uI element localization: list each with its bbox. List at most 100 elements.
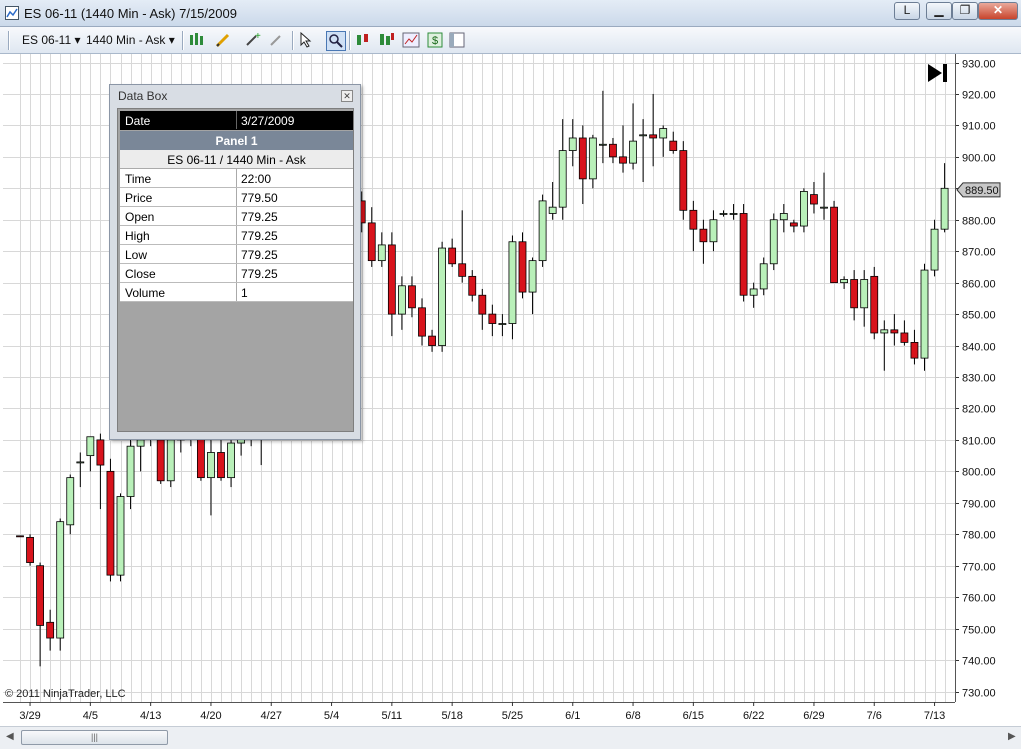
data-box-value: 22:00 bbox=[241, 172, 272, 186]
y-axis-tick-label: 830.00 bbox=[962, 373, 996, 385]
data-box-row: Close 779.25 bbox=[120, 264, 353, 283]
instrument-selector[interactable]: ES 06-11 ▾ bbox=[22, 33, 81, 47]
x-axis-tick-label: 5/18 bbox=[441, 710, 462, 722]
data-box-key: High bbox=[125, 229, 150, 243]
x-axis-tick-label: 6/1 bbox=[565, 710, 580, 722]
x-axis-tick-label: 7/13 bbox=[924, 710, 945, 722]
candle-down bbox=[367, 222, 376, 262]
properties-icon[interactable] bbox=[448, 31, 466, 49]
series-label: ES 06-11 / 1440 Min - Ask bbox=[167, 153, 306, 167]
scroll-left-icon[interactable]: ◀ bbox=[6, 731, 14, 742]
copyright-notice: © 2011 NinjaTrader, LLC bbox=[5, 688, 126, 700]
chart-toolbar: ES 06-11 ▾ 1440 Min - Ask ▾ + $ bbox=[0, 27, 1021, 54]
candle-up bbox=[508, 241, 517, 324]
candle-up bbox=[599, 143, 607, 146]
candle-up bbox=[639, 134, 647, 137]
scroll-thumb[interactable]: ||| bbox=[21, 730, 168, 745]
candle-up bbox=[136, 439, 145, 447]
data-box-window[interactable]: Data Box ✕ Date 3/27/2009 Panel 1 ES 06-… bbox=[109, 84, 361, 440]
data-box-key: Open bbox=[125, 210, 155, 224]
data-box-key: Low bbox=[125, 248, 148, 262]
candle-down bbox=[699, 228, 708, 243]
x-axis-tick-label: 4/13 bbox=[140, 710, 161, 722]
x-axis-tick-label: 3/29 bbox=[19, 710, 40, 722]
candle-down bbox=[900, 332, 909, 343]
toolbar-separator bbox=[292, 31, 294, 50]
candle-up bbox=[930, 228, 939, 271]
y-axis-tick-label: 910.00 bbox=[962, 121, 996, 133]
data-box-row: Volume 1 bbox=[120, 283, 353, 302]
candle-up bbox=[759, 263, 768, 290]
draw-pencil-icon[interactable] bbox=[214, 31, 232, 49]
minimize-button[interactable]: ▁ bbox=[926, 2, 952, 20]
candle-up bbox=[86, 436, 95, 457]
data-box-key: Volume bbox=[125, 286, 166, 300]
y-axis-tick-label: 800.00 bbox=[962, 467, 996, 479]
compare-icon[interactable] bbox=[378, 31, 396, 49]
data-box-body: Date 3/27/2009 Panel 1 ES 06-11 / 1440 M… bbox=[117, 108, 354, 432]
lock-button[interactable]: L bbox=[894, 2, 920, 20]
x-axis-tick-label: 5/4 bbox=[324, 710, 339, 722]
candle-up bbox=[538, 200, 547, 262]
candle-down bbox=[478, 294, 487, 315]
chart-style-icon[interactable] bbox=[402, 31, 420, 49]
remove-indicator-icon[interactable] bbox=[268, 31, 286, 49]
scroll-right-icon[interactable]: ▶ bbox=[1008, 731, 1016, 742]
y-axis-tick-label: 810.00 bbox=[962, 436, 996, 448]
candle-down bbox=[36, 565, 44, 626]
candle-down bbox=[518, 241, 527, 293]
interval-selector[interactable]: 1440 Min - Ask ▾ bbox=[86, 33, 175, 47]
money-icon[interactable]: $ bbox=[426, 31, 444, 49]
y-axis-tick-label: 790.00 bbox=[962, 499, 996, 511]
candle-up bbox=[568, 137, 577, 151]
x-axis-tick-label: 6/8 bbox=[625, 710, 640, 722]
candle-down bbox=[890, 329, 899, 334]
candle-up bbox=[56, 521, 65, 639]
zoom-icon[interactable] bbox=[326, 31, 346, 51]
candle-down bbox=[156, 439, 165, 482]
candle-up bbox=[779, 213, 788, 221]
candle-up bbox=[207, 452, 215, 479]
y-axis-tick-label: 880.00 bbox=[962, 216, 996, 228]
y-axis-tick-label: 840.00 bbox=[962, 342, 996, 354]
candle-up bbox=[126, 445, 135, 497]
bars-type-icon[interactable] bbox=[188, 31, 206, 49]
svg-text:+: + bbox=[255, 31, 261, 42]
candle-down bbox=[830, 206, 838, 284]
x-axis-tick-label: 4/5 bbox=[83, 710, 98, 722]
toolbar-grip bbox=[8, 31, 10, 50]
skip-to-end-icon[interactable] bbox=[926, 62, 950, 84]
cursor-icon[interactable] bbox=[298, 31, 316, 49]
app-chart-icon bbox=[5, 6, 19, 20]
x-axis-tick-label: 4/20 bbox=[200, 710, 221, 722]
add-indicator-icon[interactable]: + bbox=[244, 31, 262, 49]
y-axis-tick-label: 900.00 bbox=[962, 153, 996, 165]
candle-down bbox=[689, 209, 698, 230]
x-axis-tick-label: 7/6 bbox=[867, 710, 882, 722]
restore-button[interactable]: ❐ bbox=[952, 2, 978, 20]
candle-down bbox=[468, 275, 477, 296]
candle-down bbox=[16, 535, 24, 538]
close-button[interactable]: ✕ bbox=[978, 2, 1018, 20]
candle-down bbox=[26, 536, 34, 563]
strategy-icon[interactable] bbox=[354, 31, 372, 49]
candle-down bbox=[106, 470, 115, 576]
candle-down bbox=[387, 244, 396, 315]
candle-up bbox=[548, 206, 557, 214]
x-axis-tick-label: 5/25 bbox=[502, 710, 523, 722]
candle-up bbox=[438, 247, 447, 346]
candle-down bbox=[850, 279, 859, 309]
horizontal-scrollbar[interactable]: ◀ ||| ▶ bbox=[0, 726, 1021, 749]
x-axis-tick-label: 5/11 bbox=[382, 710, 403, 722]
window-title: ES 06-11 (1440 Min - Ask) 7/15/2009 bbox=[24, 6, 237, 21]
candle-down bbox=[196, 433, 205, 479]
data-box-row: High 779.25 bbox=[120, 226, 353, 245]
candle-up bbox=[588, 137, 597, 180]
candle-up bbox=[528, 260, 537, 293]
candle-down bbox=[418, 307, 426, 337]
candle-up bbox=[719, 213, 728, 215]
data-box-close-button[interactable]: ✕ bbox=[341, 90, 353, 102]
data-box-value: 779.25 bbox=[241, 267, 278, 281]
candle-up bbox=[800, 191, 808, 227]
data-box-title: Data Box bbox=[118, 89, 168, 103]
